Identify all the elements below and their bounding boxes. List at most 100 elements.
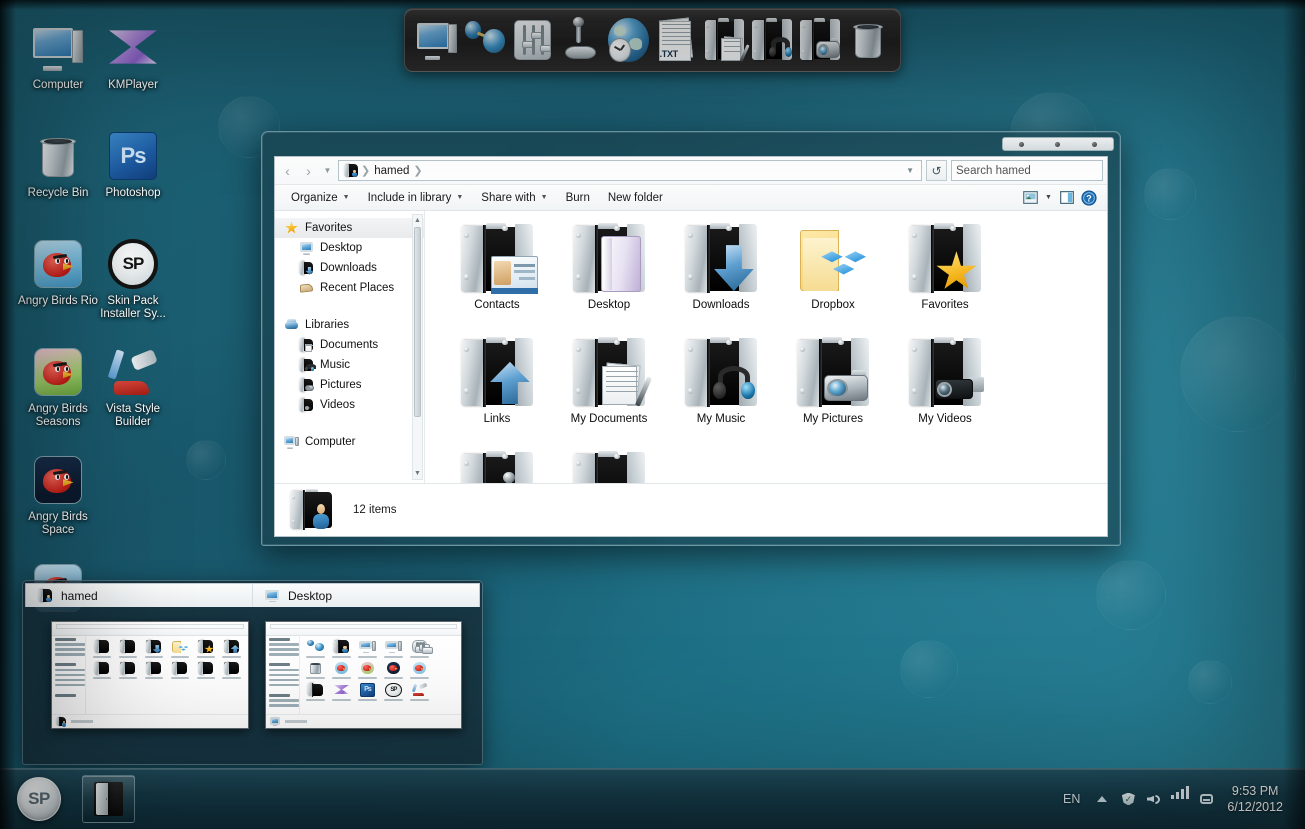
file-list[interactable]: Contacts Desktop Downloads Dropbox Favor…	[425, 211, 1107, 483]
sidebar-item-videos[interactable]: Videos	[275, 395, 424, 415]
desktop-icon-computer[interactable]: Computer	[18, 22, 98, 92]
file-item-my-videos[interactable]: My Videos	[889, 335, 1001, 449]
desktop-icon-recycle-bin[interactable]: Recycle Bin	[18, 130, 98, 200]
file-item-my-music[interactable]: My Music	[665, 335, 777, 449]
desktop[interactable]: Computer KMPlayer Recycle Bin Ps Photosh…	[0, 0, 1305, 829]
taskbar[interactable]: SP EN ✓ 9:53 PM 6/12/2012	[0, 768, 1305, 829]
dock-item-music-folder[interactable]	[751, 17, 793, 63]
nav-group-computer: Computer	[275, 432, 424, 452]
desktop-icon-label: Photoshop	[105, 187, 161, 199]
file-item-my-documents[interactable]: My Documents	[553, 335, 665, 449]
burn-button[interactable]: Burn	[558, 189, 598, 207]
file-item-downloads[interactable]: Downloads	[665, 221, 777, 335]
sidebar-item-downloads[interactable]: Downloads	[275, 258, 424, 278]
sidebar-item-documents[interactable]: Documents	[275, 335, 424, 355]
sidebar-item-pictures[interactable]: Pictures	[275, 375, 424, 395]
refresh-button[interactable]: ↺	[926, 160, 947, 181]
dock[interactable]: .TXT	[404, 8, 901, 72]
dropbox-folder-icon	[795, 221, 871, 297]
taskbar-thumbnail-preview[interactable]: hamed Desktop Ps SP	[22, 580, 483, 765]
desktop-folder-icon	[571, 221, 647, 297]
user-folder-icon	[344, 163, 359, 178]
desktop-icon-angry-birds-space[interactable]: Angry Birds Space	[18, 454, 98, 537]
file-item-label: Favorites	[921, 299, 969, 311]
preview-tab-desktop[interactable]: Desktop	[252, 584, 479, 607]
sidebar-item-computer[interactable]: Computer	[275, 432, 424, 452]
language-indicator[interactable]: EN	[1054, 792, 1089, 806]
sidebar-item-label: Computer	[305, 436, 356, 448]
navigation-scrollbar[interactable]: ▲ ▼	[412, 214, 423, 480]
clock[interactable]: 9:53 PM 6/12/2012	[1219, 783, 1295, 815]
search-box[interactable]	[951, 160, 1107, 181]
scrollbar-thumb[interactable]	[414, 227, 421, 417]
sidebar-item-music[interactable]: Music	[275, 355, 424, 375]
share-with-button[interactable]: Share with ▼	[473, 189, 555, 207]
organize-button[interactable]: Organize ▼	[283, 189, 358, 207]
desktop-icon-vista-style-builder[interactable]: Vista Style Builder	[93, 346, 173, 429]
breadcrumb[interactable]: ❯ hamed ❯ ▼	[338, 160, 922, 181]
taskbar-button-explorer[interactable]	[82, 775, 135, 823]
display-activity-icon[interactable]	[1193, 782, 1219, 816]
file-item-dropbox[interactable]: Dropbox	[777, 221, 889, 335]
change-view-icon[interactable]	[1020, 189, 1040, 207]
sidebar-item-desktop[interactable]: Desktop	[275, 238, 424, 258]
dock-item-control-panel[interactable]	[512, 17, 554, 63]
network-signal-icon[interactable]	[1167, 782, 1193, 816]
scroll-down-arrow[interactable]: ▼	[413, 468, 422, 479]
forward-button[interactable]: ›	[300, 162, 317, 180]
view-dropdown-icon[interactable]: ▼	[1042, 189, 1055, 207]
desktop-icon-angry-birds-seasons[interactable]: Angry Birds Seasons	[18, 346, 98, 429]
search-input[interactable]	[956, 164, 1107, 177]
sidebar-item-label: Pictures	[320, 379, 362, 391]
dock-item-games[interactable]	[560, 17, 602, 63]
window-title-bar[interactable]	[264, 134, 1118, 156]
dock-item-internet-time[interactable]	[608, 17, 650, 63]
clock-time: 9:53 PM	[1231, 784, 1279, 798]
include-in-library-button[interactable]: Include in library ▼	[360, 189, 472, 207]
volume-icon[interactable]	[1141, 782, 1167, 816]
file-item-contacts[interactable]: Contacts	[441, 221, 553, 335]
maximize-button[interactable]	[1055, 141, 1061, 147]
window-controls[interactable]	[1002, 137, 1114, 151]
start-button[interactable]: SP	[17, 777, 61, 821]
preview-pane-icon[interactable]	[1057, 189, 1077, 207]
minimize-button[interactable]	[1018, 141, 1024, 147]
dock-item-network[interactable]	[464, 17, 506, 63]
file-item-desktop[interactable]: Desktop	[553, 221, 665, 335]
back-button[interactable]: ‹	[279, 162, 296, 180]
dock-item-computer[interactable]	[416, 17, 458, 63]
dock-item-text-document[interactable]: .TXT	[655, 17, 697, 63]
close-button[interactable]	[1092, 141, 1098, 147]
desktop-icon-kmplayer[interactable]: KMPlayer	[93, 22, 173, 92]
file-item-saved-games[interactable]: Saved Games	[441, 449, 553, 483]
thumbnail-hamed[interactable]	[51, 621, 249, 729]
dock-item-recycle-bin[interactable]	[847, 17, 889, 63]
file-item-label: My Music	[696, 413, 746, 425]
recent-pages-dropdown[interactable]: ▼	[321, 162, 334, 180]
scroll-up-arrow[interactable]: ▲	[413, 215, 422, 226]
sidebar-item-libraries[interactable]: Libraries	[275, 315, 424, 335]
show-hidden-icons-button[interactable]	[1089, 782, 1115, 816]
navigation-pane[interactable]: Favorites Desktop Downloads Recent Place…	[275, 211, 425, 483]
desktop-icon-angry-birds-rio[interactable]: Angry Birds Rio	[18, 238, 98, 308]
dock-item-documents-folder[interactable]	[703, 17, 750, 63]
address-dropdown-icon[interactable]: ▼	[906, 166, 919, 175]
desktop-icon-photoshop[interactable]: Ps Photoshop	[93, 130, 173, 200]
file-item-favorites[interactable]: Favorites	[889, 221, 1001, 335]
file-item-my-pictures[interactable]: My Pictures	[777, 335, 889, 449]
dock-item-pictures-folder[interactable]	[799, 17, 841, 63]
file-item-links[interactable]: Links	[441, 335, 553, 449]
file-item-searches[interactable]: Searches	[553, 449, 665, 483]
breadcrumb-current[interactable]: hamed	[370, 165, 413, 177]
thumbnail-desktop[interactable]: Ps SP	[264, 621, 462, 729]
preview-tab-hamed[interactable]: hamed	[26, 584, 252, 607]
sidebar-item-recent-places[interactable]: Recent Places	[275, 278, 424, 298]
explorer-window[interactable]: ‹ › ▼ ❯ hamed ❯ ▼ ↺ Search hamed Organiz…	[261, 131, 1121, 546]
chevron-down-icon: ▼	[540, 194, 548, 201]
help-icon[interactable]: ?	[1079, 189, 1099, 207]
breadcrumb-separator[interactable]: ❯	[413, 164, 422, 177]
sidebar-item-favorites[interactable]: Favorites	[275, 218, 424, 238]
action-center-icon[interactable]	[1115, 782, 1141, 816]
desktop-icon-skin-pack-installer[interactable]: SP Skin Pack Installer Sy...	[93, 238, 173, 321]
new-folder-button[interactable]: New folder	[600, 189, 671, 207]
